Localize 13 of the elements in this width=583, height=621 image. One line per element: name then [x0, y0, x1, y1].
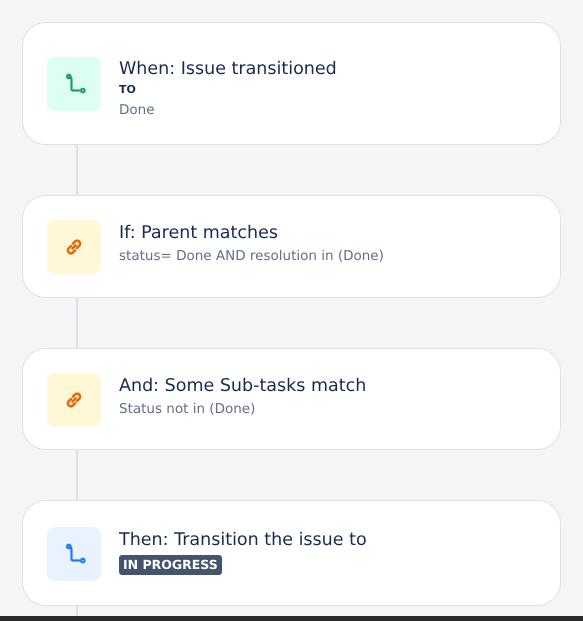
rule-step-card[interactable]: If: Parent matches status= Done AND resolution in (Done) [22, 195, 561, 298]
step-detail: Status not in (Done) [119, 400, 256, 419]
status-lozenge: IN PROGRESS [119, 555, 222, 576]
step-detail: status= Done AND resolution in (Done) [119, 247, 384, 266]
rule-step-card[interactable]: And: Some Sub-tasks match Status not in (Done) [22, 348, 561, 450]
rule-step-card[interactable]: When: Issue transitioned TO Done [22, 22, 561, 146]
step-title: And: Some Sub-tasks match [119, 374, 366, 398]
field-label: TO [119, 82, 136, 98]
step-title: If: Parent matches [119, 222, 278, 246]
rule-step-card[interactable]: Then: Transition the issue to IN PROGRESS [22, 500, 561, 606]
step-title: Then: Transition the issue to [119, 529, 367, 552]
step-title: When: Issue transitioned [119, 58, 337, 81]
step-detail: Done [119, 101, 155, 120]
